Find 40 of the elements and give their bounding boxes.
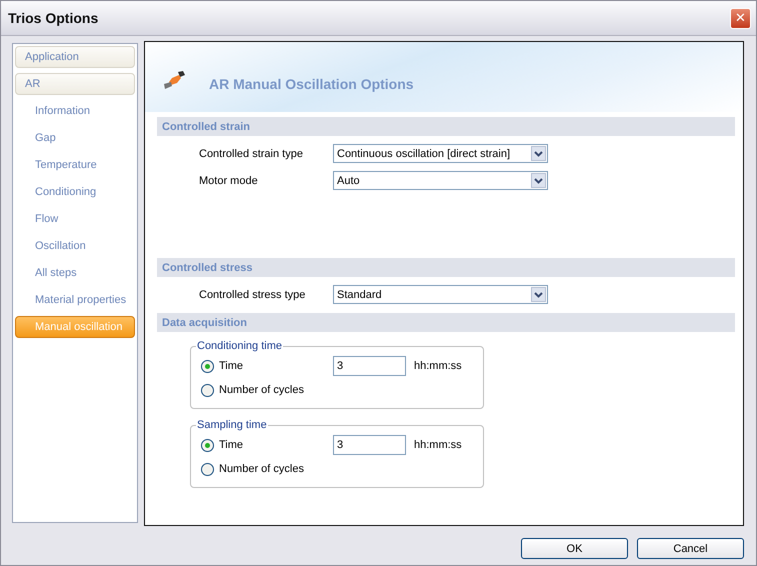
radio-button[interactable] bbox=[201, 384, 214, 396]
radio-button[interactable] bbox=[201, 462, 214, 476]
nav-item[interactable]: Gap bbox=[15, 127, 135, 149]
nav-category[interactable]: AR bbox=[15, 73, 135, 95]
radio-button[interactable] bbox=[201, 360, 214, 372]
input-field[interactable]: 3 bbox=[333, 356, 406, 376]
radio-label: Time bbox=[219, 360, 244, 372]
section-header: Controlled stress bbox=[157, 258, 735, 277]
nav-item[interactable]: All steps bbox=[15, 262, 135, 284]
radio-label: Number of cycles bbox=[219, 384, 305, 396]
field-label: Controlled strain type bbox=[199, 148, 304, 160]
input-field[interactable]: 3 bbox=[333, 435, 406, 455]
section-header: Data acquisition bbox=[157, 313, 735, 332]
nav-item[interactable]: Manual oscillation bbox=[15, 316, 135, 338]
field-label: Motor mode bbox=[199, 174, 259, 186]
unit-label: hh:mm:ss bbox=[414, 360, 462, 372]
group-title: Sampling time bbox=[196, 419, 268, 431]
radio-label: Time bbox=[219, 439, 244, 451]
dropdown[interactable]: Standard bbox=[333, 285, 548, 304]
dropdown[interactable]: Auto bbox=[333, 171, 548, 190]
pointing-hand-icon bbox=[163, 70, 187, 92]
nav-category[interactable]: Application bbox=[15, 46, 135, 68]
page-title: AR Manual Oscillation Options bbox=[209, 76, 414, 92]
window-title: Trios Options bbox=[8, 10, 98, 26]
dialog-button[interactable]: Cancel bbox=[637, 538, 744, 559]
radio-button[interactable] bbox=[201, 438, 214, 452]
nav-item[interactable]: Flow bbox=[15, 208, 135, 230]
nav-item[interactable]: Temperature bbox=[15, 154, 135, 176]
unit-label: hh:mm:ss bbox=[414, 439, 462, 451]
section-header: Controlled strain bbox=[157, 117, 735, 136]
group-title: Conditioning time bbox=[196, 340, 283, 352]
nav-item[interactable]: Information bbox=[15, 100, 135, 122]
nav-item[interactable]: Material properties bbox=[15, 289, 135, 311]
radio-label: Number of cycles bbox=[219, 463, 305, 475]
nav-item[interactable]: Oscillation bbox=[15, 235, 135, 257]
dropdown[interactable]: Continuous oscillation [direct strain] bbox=[333, 144, 548, 163]
field-label: Controlled stress type bbox=[199, 288, 306, 300]
close-button[interactable]: ✕ bbox=[730, 8, 751, 28]
nav-item[interactable]: Conditioning bbox=[15, 181, 135, 203]
dialog-button[interactable]: OK bbox=[521, 538, 628, 559]
